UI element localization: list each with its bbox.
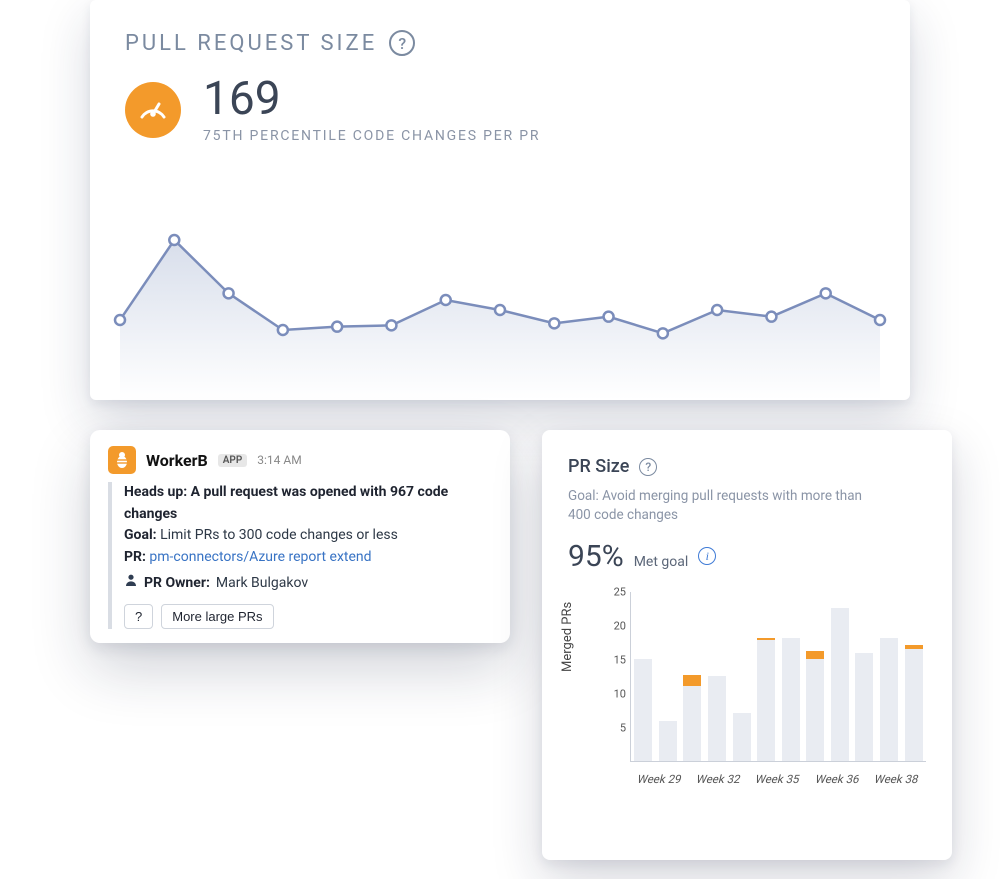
slack-goal-text: Limit PRs to 300 code changes or less <box>157 527 398 543</box>
bar <box>683 675 701 761</box>
bar-column <box>680 675 705 761</box>
slack-goal-row: Goal: Limit PRs to 300 code changes or l… <box>124 525 492 547</box>
bar-segment-met <box>708 676 726 761</box>
person-icon <box>124 573 138 595</box>
prsize-met-goal: Met goal <box>634 554 689 570</box>
hero-title-row: PULL REQUEST SIZE ? <box>125 30 875 56</box>
y-axis: 510152025 <box>592 592 626 762</box>
hero-metric-block: 169 75TH PERCENTILE CODE CHANGES PER PR <box>203 76 540 144</box>
prsize-bar-chart: Merged PRs 510152025 Week 29Week 32Week … <box>568 592 926 802</box>
prsize-percent-row: 95% Met goal i <box>568 539 926 574</box>
slack-owner-label: PR Owner: <box>144 573 210 595</box>
y-tick: 10 <box>614 687 626 700</box>
bar <box>831 608 849 761</box>
slack-pr-label: PR: <box>124 549 146 565</box>
bar-column <box>852 653 877 760</box>
prsize-title-row: PR Size ? <box>568 456 926 477</box>
slack-headline: Heads up: A pull request was opened with… <box>124 482 492 525</box>
bar-segment-met <box>831 608 849 761</box>
slack-owner-row: PR Owner: Mark Bulgakov <box>124 573 492 595</box>
help-button[interactable]: ? <box>124 604 153 629</box>
bar <box>782 638 800 760</box>
bar-column <box>656 721 681 760</box>
bars-container <box>631 592 926 761</box>
slack-goal-label: Goal: <box>124 527 157 543</box>
bar-segment-met <box>905 649 923 761</box>
y-tick: 20 <box>614 619 626 632</box>
bar <box>708 676 726 761</box>
x-tick: Week 32 <box>687 772 750 786</box>
y-tick: 25 <box>614 585 626 598</box>
bar-segment-met <box>806 659 824 761</box>
prsize-title: PR Size <box>568 456 629 477</box>
bar <box>806 651 824 761</box>
bar-segment-met <box>659 721 677 760</box>
prsize-percent: 95% <box>568 539 624 574</box>
app-badge: APP <box>218 454 248 467</box>
bar-segment-met <box>757 640 775 761</box>
workerb-icon <box>108 446 136 474</box>
bar-column <box>754 638 779 760</box>
x-tick: Week 36 <box>806 772 869 786</box>
x-tick: Week 35 <box>747 772 810 786</box>
y-tick: 15 <box>614 653 626 666</box>
info-icon[interactable]: i <box>698 547 716 565</box>
bar-column <box>778 638 803 760</box>
slack-pr-link[interactable]: pm-connectors/Azure report extend <box>146 549 372 565</box>
bar <box>634 659 652 761</box>
bar-column <box>877 638 902 760</box>
slack-notification-card: WorkerB APP 3:14 AM Heads up: A pull req… <box>90 430 510 643</box>
bar-segment-over <box>683 675 701 686</box>
bar-segment-met <box>733 713 751 761</box>
slack-button-row: ? More large PRs <box>124 604 492 629</box>
gauge-icon <box>125 82 181 138</box>
bar-segment-met <box>880 638 898 760</box>
slack-body: Heads up: A pull request was opened with… <box>108 482 492 629</box>
bar-column <box>828 608 853 761</box>
slack-time: 3:14 AM <box>257 453 301 467</box>
x-tick: Week 38 <box>865 772 928 786</box>
bar-segment-met <box>855 653 873 760</box>
slack-header: WorkerB APP 3:14 AM <box>108 446 492 474</box>
hero-metric-row: 169 75TH PERCENTILE CODE CHANGES PER PR <box>125 76 875 144</box>
hero-title: PULL REQUEST SIZE <box>125 31 377 56</box>
bar-column <box>729 713 754 761</box>
bar-column <box>901 645 926 761</box>
prsize-ylabel: Merged PRs <box>560 602 575 672</box>
pull-request-size-card: PULL REQUEST SIZE ? 169 75TH PERCENTILE … <box>90 0 910 400</box>
help-icon[interactable]: ? <box>389 30 415 56</box>
plot-area <box>630 592 926 762</box>
bar-column <box>631 659 656 761</box>
hero-metric-subtitle: 75TH PERCENTILE CODE CHANGES PER PR <box>203 128 540 144</box>
bar-segment-met <box>683 686 701 761</box>
y-tick: 5 <box>620 721 626 734</box>
bar <box>733 713 751 761</box>
hero-metric-value: 169 <box>203 76 540 122</box>
more-large-prs-button[interactable]: More large PRs <box>161 604 273 629</box>
bar-segment-over <box>806 651 824 659</box>
help-icon[interactable]: ? <box>639 458 657 476</box>
pr-size-card: PR Size ? Goal: Avoid merging pull reque… <box>542 430 952 860</box>
bar <box>757 638 775 760</box>
bar <box>659 721 677 760</box>
slack-pr-row: PR: pm-connectors/Azure report extend <box>124 547 492 569</box>
x-axis: Week 29Week 32Week 35Week 36Week 38 <box>630 772 926 786</box>
slack-bot-name: WorkerB <box>146 451 208 470</box>
bar <box>880 638 898 760</box>
bar-segment-met <box>782 638 800 760</box>
bar-column <box>705 676 730 761</box>
bar <box>855 653 873 760</box>
bar-segment-met <box>634 659 652 761</box>
bar <box>905 645 923 761</box>
hero-line-chart <box>90 200 910 400</box>
slack-owner-name: Mark Bulgakov <box>216 573 308 595</box>
bar-column <box>803 651 828 761</box>
x-tick: Week 29 <box>628 772 691 786</box>
prsize-goal-text: Goal: Avoid merging pull requests with m… <box>568 487 878 525</box>
